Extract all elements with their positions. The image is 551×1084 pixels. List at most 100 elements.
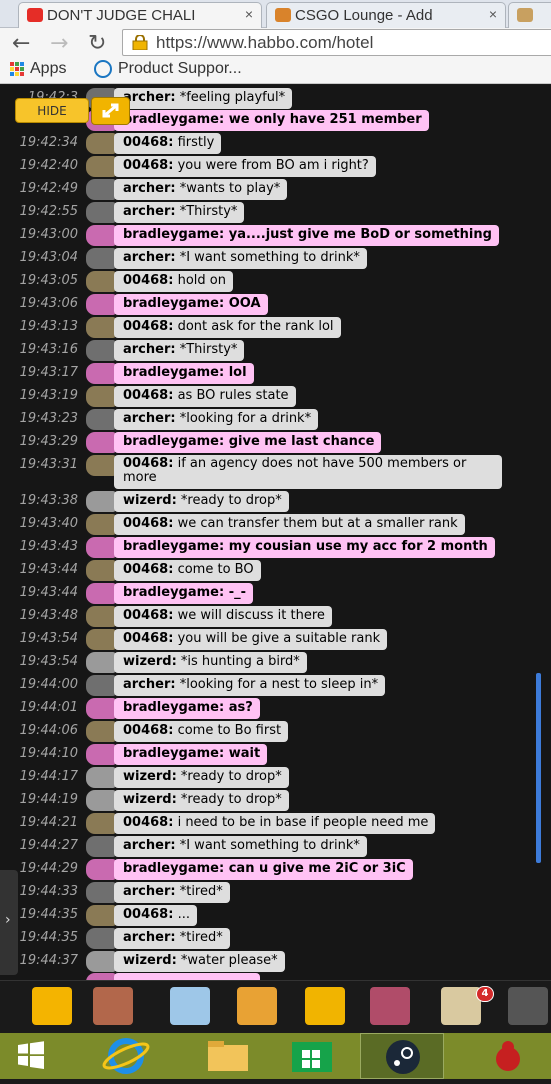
chat-bubble[interactable]: 00468: i need to be in base if people ne… [114, 813, 436, 834]
avatar[interactable] [86, 409, 116, 430]
avatar[interactable] [86, 133, 116, 154]
avatar[interactable] [86, 652, 116, 673]
chat-scrollbar[interactable] [536, 673, 541, 863]
avatar[interactable] [86, 179, 116, 200]
chat-bubble[interactable]: archer: *I want something to drink* [114, 248, 367, 269]
bookmark-apps[interactable]: Apps [10, 60, 66, 78]
avatar[interactable] [86, 675, 116, 696]
avatar[interactable] [86, 767, 116, 788]
address-bar[interactable]: https://www.habbo.com/hotel [122, 29, 551, 56]
chat-bubble[interactable]: 00468: ... [114, 905, 197, 926]
hide-button[interactable]: HIDE [15, 98, 89, 123]
side-panel-handle[interactable]: › [0, 870, 18, 975]
chat-bubble[interactable]: 00468: come to BO [114, 560, 261, 581]
expand-icon[interactable] [91, 97, 130, 125]
avatar[interactable] [86, 905, 116, 926]
chat-bubble[interactable]: archer: *looking for a nest to sleep in* [114, 675, 386, 696]
reload-icon[interactable]: ↻ [88, 31, 106, 56]
rooms-icon[interactable] [93, 987, 133, 1025]
avatar[interactable] [86, 629, 116, 650]
chat-bubble[interactable]: archer: *looking for a drink* [114, 409, 319, 430]
avatar[interactable] [86, 340, 116, 361]
chat-bubble[interactable]: wizerd: *ready to drop* [114, 491, 289, 512]
chat-bubble[interactable]: bradleygame: OOA [114, 294, 268, 315]
avatar[interactable] [86, 537, 116, 558]
avatar[interactable] [86, 202, 116, 223]
avatar[interactable] [86, 859, 116, 880]
tab-habbo[interactable] [508, 2, 551, 28]
chat-bubble[interactable]: 00468: we can transfer them but at a sma… [114, 514, 465, 535]
avatar[interactable] [86, 294, 116, 315]
chat-bubble[interactable]: wizerd: *is hunting a bird* [114, 652, 307, 673]
app-icon[interactable] [466, 1033, 550, 1079]
chat-bubble[interactable]: wizerd: *ready to drop* [114, 790, 289, 811]
avatar[interactable] [86, 583, 116, 604]
chat-bubble[interactable]: bradleygame: give me last chance [114, 432, 382, 453]
avatar[interactable] [86, 491, 116, 512]
builder-icon[interactable] [305, 987, 345, 1025]
close-icon[interactable]: × [245, 6, 253, 22]
avatar[interactable] [86, 744, 116, 765]
chat-bubble[interactable]: 00468: we will discuss it there [114, 606, 332, 627]
chat-bubble[interactable]: bradleygame: my cousian use my acc for 2… [114, 537, 495, 558]
chat-bubble[interactable]: archer: *tired* [114, 882, 230, 903]
tab-csgo-lounge[interactable]: CSGO Lounge - Add × [266, 2, 506, 28]
inventory-icon[interactable] [370, 987, 410, 1025]
forward-arrow-icon[interactable]: → [50, 31, 68, 56]
avatar[interactable] [86, 928, 116, 949]
chat-bubble[interactable]: 00468: firstly [114, 133, 222, 154]
avatar[interactable] [86, 455, 116, 476]
friends-icon[interactable] [441, 987, 481, 1025]
avatar[interactable] [86, 951, 116, 972]
chat-bubble[interactable]: 00468: come to Bo first [114, 721, 289, 742]
habbo-home-icon[interactable] [32, 987, 72, 1025]
quests-icon[interactable] [170, 987, 210, 1025]
chat-bubble[interactable]: 00468: dont ask for the rank lol [114, 317, 341, 338]
steam-icon[interactable] [360, 1033, 444, 1079]
avatar[interactable] [86, 698, 116, 719]
avatar[interactable] [86, 363, 116, 384]
camera-icon[interactable] [508, 987, 548, 1025]
chat-history[interactable]: 19:42:3 archer: *feeling playful* bradle… [0, 85, 551, 980]
chat-bubble[interactable]: bradleygame: lol [114, 363, 254, 384]
chat-bubble[interactable]: archer: *wants to play* [114, 179, 288, 200]
chat-bubble[interactable]: 00468: hold on [114, 271, 233, 292]
chat-bubble[interactable]: archer: *Thirsty* [114, 202, 245, 223]
chat-bubble[interactable]: bradleygame: ya....just give me BoD or s… [114, 225, 499, 246]
avatar[interactable] [86, 514, 116, 535]
chat-bubble[interactable]: bradleygame: as? [114, 698, 260, 719]
tab-dont-judge[interactable]: DON'T JUDGE CHALI × [18, 2, 262, 28]
chat-bubble[interactable]: archer: *tired* [114, 928, 230, 949]
avatar[interactable] [86, 271, 116, 292]
avatar[interactable] [86, 248, 116, 269]
chat-bubble[interactable]: archer: *Thirsty* [114, 340, 245, 361]
back-arrow-icon[interactable]: ← [12, 31, 30, 56]
avatar[interactable] [86, 386, 116, 407]
avatar[interactable] [86, 225, 116, 246]
shop-icon[interactable] [237, 987, 277, 1025]
windows-start-icon[interactable] [0, 1033, 84, 1079]
avatar[interactable] [86, 606, 116, 627]
avatar[interactable] [86, 882, 116, 903]
chat-bubble[interactable]: bradleygame: wait [114, 744, 268, 765]
avatar[interactable] [86, 836, 116, 857]
chat-bubble[interactable]: 00468: if an agency does not have 500 me… [114, 455, 502, 489]
chat-bubble[interactable]: bradleygame: can u give me 2iC or 3iC [114, 859, 413, 880]
avatar[interactable] [86, 560, 116, 581]
avatar[interactable] [86, 721, 116, 742]
chat-bubble[interactable]: bradleygame: -_- [114, 583, 254, 604]
close-icon[interactable]: × [489, 6, 497, 22]
chat-bubble[interactable]: wizerd: *water please* [114, 951, 285, 972]
chat-bubble[interactable]: wizerd: *ready to drop* [114, 767, 289, 788]
bookmark-product-support[interactable]: Product Suppor... [94, 60, 242, 78]
chat-bubble[interactable]: 00468: you will be give a suitable rank [114, 629, 388, 650]
avatar[interactable] [86, 156, 116, 177]
chat-bubble[interactable]: 00468: you were from BO am i right? [114, 156, 376, 177]
avatar[interactable] [86, 432, 116, 453]
store-icon[interactable] [270, 1033, 354, 1079]
internet-explorer-icon[interactable] [84, 1033, 168, 1079]
avatar[interactable] [86, 790, 116, 811]
avatar[interactable] [86, 813, 116, 834]
file-explorer-icon[interactable] [186, 1033, 270, 1079]
avatar[interactable] [86, 317, 116, 338]
